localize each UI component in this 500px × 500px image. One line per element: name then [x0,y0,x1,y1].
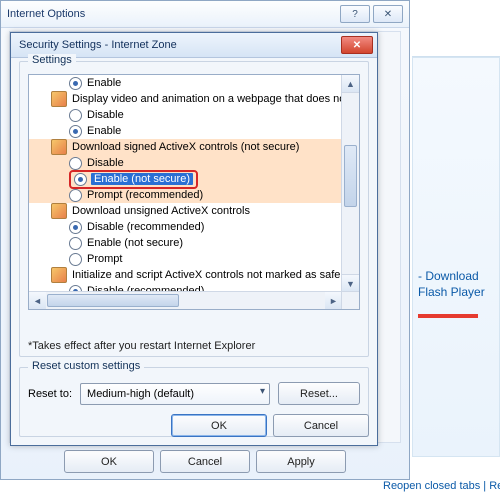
internet-options-title: Internet Options [7,8,85,20]
download-link[interactable]: - Download [418,269,479,283]
help-button[interactable]: ? [340,5,370,23]
settings-group: Settings Enable Display video and animat… [19,61,369,357]
gear-icon [51,203,67,219]
radio-va-enable[interactable]: Enable [29,123,342,139]
browser-footer-links[interactable]: Reopen closed tabs | Reopen last session… [383,480,500,492]
node-video-animation[interactable]: Display video and animation on a webpage… [29,91,342,107]
restart-note: *Takes effect after you restart Internet… [28,340,255,352]
reset-to-label: Reset to: [28,388,72,400]
parent-ok-button[interactable]: OK [64,450,154,473]
radio-enable-top[interactable]: Enable [29,75,342,91]
reset-level-value: Medium-high (default) [87,388,194,400]
node-download-unsigned[interactable]: Download unsigned ActiveX controls [29,203,342,219]
parent-cancel-button[interactable]: Cancel [160,450,250,473]
parent-apply-button[interactable]: Apply [256,450,346,473]
radio-ds-prompt[interactable]: Prompt (recommended) [29,187,342,203]
reset-button[interactable]: Reset... [278,382,360,405]
browser-background: - Download Flash Player [412,56,500,470]
browser-panel: - Download Flash Player [412,57,500,457]
internet-options-titlebar: Internet Options ? ✕ [1,1,409,28]
gear-icon [51,91,67,107]
security-settings-dialog: Security Settings - Internet Zone ✕ Sett… [10,32,378,446]
dialog-ok-button[interactable]: OK [171,414,267,437]
radio-du-disable[interactable]: Disable (recommended) [29,219,342,235]
radio-du-enable[interactable]: Enable (not secure) [29,235,342,251]
reset-level-combo[interactable]: Medium-high (default) [80,383,270,405]
download-flash-text: - Download Flash Player [418,268,485,300]
radio-va-disable[interactable]: Disable [29,107,342,123]
dialog-footer: OK Cancel [171,414,369,437]
settings-tree: Enable Display video and animation on a … [28,74,360,310]
reset-group-label: Reset custom settings [28,360,144,372]
radio-du-prompt[interactable]: Prompt [29,251,342,267]
dialog-title: Security Settings - Internet Zone [19,39,177,51]
close-button[interactable]: ✕ [373,5,403,23]
gear-icon [51,139,67,155]
radio-ds-enable[interactable]: Enable (not secure) [29,171,342,187]
horizontal-scrollbar[interactable]: ◄ ► [29,291,342,309]
dialog-cancel-button[interactable]: Cancel [273,414,369,437]
gear-icon [51,267,67,283]
radio-ds-disable[interactable]: Disable [29,155,342,171]
settings-group-label: Settings [28,54,76,66]
internet-options-footer: OK Cancel Apply [1,450,409,473]
dialog-close-button[interactable]: ✕ [341,36,373,54]
node-init-script[interactable]: Initialize and script ActiveX controls n… [29,267,342,283]
vertical-scroll-thumb[interactable] [344,145,357,207]
red-underline [418,314,478,318]
node-download-signed[interactable]: Download signed ActiveX controls (not se… [29,139,342,155]
vertical-scrollbar[interactable]: ▲ ▼ [341,75,359,292]
horizontal-scroll-thumb[interactable] [47,294,179,307]
